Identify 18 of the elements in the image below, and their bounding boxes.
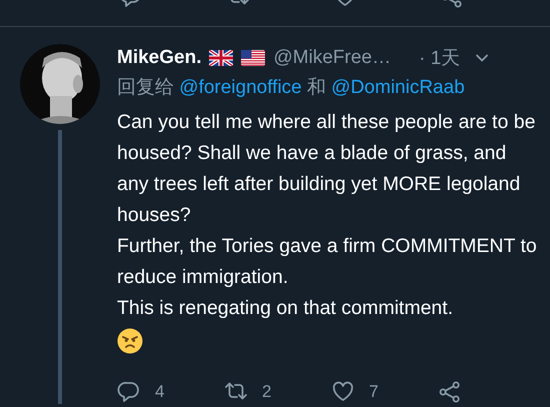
action-count: 7 [369, 382, 378, 402]
share-icon[interactable] [438, 380, 462, 404]
tweet-text: Can you tell me where all these people are to be housed? Shall we have a blade of grass, and any trees left after building yet MORE legoland houses? [117, 110, 536, 228]
tweet-text: Further, the Tories gave a firm COMMITMENT to reduce immigration. [117, 234, 538, 290]
action-count: 2 [262, 382, 272, 402]
speech-bubble-icon[interactable] [117, 380, 141, 404]
user-handle: @MikeFree… [273, 47, 391, 69]
angry-face-icon [117, 328, 143, 354]
timestamp: · 1天 [418, 47, 460, 71]
mention-link[interactable]: @DominicRaab [331, 77, 465, 98]
reply-context: 回复给 @foreignoffice 和 @DominicRaab [117, 76, 466, 100]
tweet-text: This is renegating on that commitment. [117, 296, 454, 321]
mention-link[interactable]: @foreignoffice [179, 77, 302, 98]
display-name: MikeGen. [117, 47, 202, 69]
flag-icon [241, 50, 266, 66]
flag-icon [209, 50, 234, 66]
action-count: 4 [155, 382, 164, 402]
heart-icon[interactable] [331, 380, 355, 404]
